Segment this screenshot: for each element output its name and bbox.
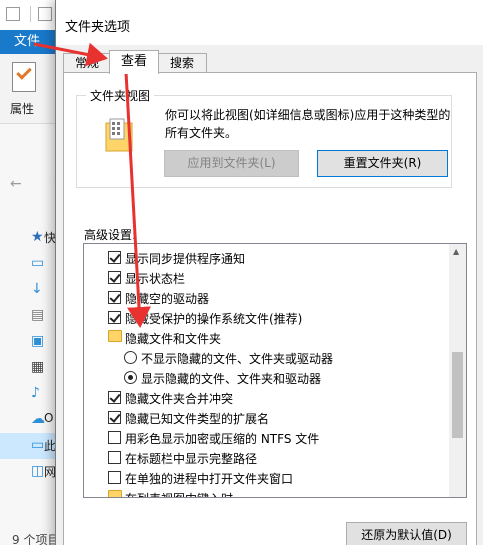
option-checkbox[interactable]	[108, 251, 121, 264]
nav-item[interactable]: ▣	[0, 329, 62, 355]
option-label: 隐藏空的驱动器	[125, 292, 210, 306]
folder-icon	[108, 490, 122, 497]
settings-option-row[interactable]: 显示状态栏	[84, 267, 452, 287]
option-checkbox[interactable]	[108, 391, 121, 404]
option-label: 不显示隐藏的文件、文件夹或驱动器	[141, 352, 334, 366]
nav-item[interactable]: ↓	[0, 277, 62, 303]
explorer-folder-icon[interactable]	[6, 7, 20, 21]
option-label: 用彩色显示加密或压缩的 NTFS 文件	[125, 432, 320, 446]
option-radio[interactable]	[124, 371, 137, 384]
option-label: 显示状态栏	[125, 272, 186, 286]
advanced-settings-list[interactable]: 显示同步提供程序通知 显示状态栏隐藏空的驱动器隐藏受保护的操作系统文件(推荐) 隐藏…	[83, 243, 467, 498]
navigation-pane: ★ 快 ▭ ↓ ▤ ▣ ▦ ♪ ☁ O ▭ 此 ◫ 网	[0, 225, 62, 485]
option-label: 隐藏已知文件类型的扩展名	[125, 412, 270, 426]
nav-item[interactable]: ☁ O	[0, 407, 62, 433]
settings-option-row[interactable]: 不显示隐藏的文件、文件夹或驱动器	[84, 347, 452, 367]
option-label: 隐藏文件和文件夹	[125, 332, 222, 346]
ribbon: 属性	[0, 54, 62, 124]
properties-label: 属性	[10, 102, 35, 116]
scrollbar-thumb[interactable]	[452, 352, 463, 438]
option-checkbox[interactable]	[108, 311, 121, 324]
option-label: 隐藏受保护的操作系统文件(推荐)	[125, 312, 303, 326]
status-bar-text: 9 个项目	[12, 533, 60, 545]
settings-group-row: 隐藏文件和文件夹	[84, 327, 452, 347]
document-icon: ▤	[31, 307, 45, 323]
tab-search[interactable]: 搜索	[157, 53, 207, 73]
nav-item[interactable]: ★ 快	[0, 225, 62, 251]
option-label: 隐藏文件夹合并冲突	[125, 392, 234, 406]
nav-item-label: O	[44, 411, 54, 425]
option-label: 在单独的进程中打开文件夹窗口	[125, 472, 294, 486]
restore-defaults-button[interactable]: 还原为默认值(D)	[346, 522, 467, 545]
music-icon: ♪	[31, 385, 40, 401]
nav-item[interactable]: ▭ 此	[0, 433, 62, 459]
settings-option-row[interactable]: 显示隐藏的文件、文件夹和驱动器	[84, 367, 452, 387]
download-icon: ↓	[31, 281, 43, 297]
nav-item[interactable]: ♪	[0, 381, 62, 407]
settings-option-row[interactable]: 显示同步提供程序通知	[84, 247, 452, 267]
option-label: 在标题栏中显示完整路径	[125, 452, 258, 466]
folder-view-icon	[105, 118, 133, 152]
option-label: 显示隐藏的文件、文件夹和驱动器	[141, 372, 322, 386]
option-label: 显示同步提供程序通知	[125, 252, 246, 266]
file-menu-tab[interactable]: 文件	[0, 30, 62, 54]
folder-views-label: 文件夹视图	[86, 87, 155, 104]
tab-view[interactable]: 查看	[109, 50, 159, 74]
folder-options-dialog: 文件夹选项 常规 查看 搜索 文件夹视图 你可以将此视图(如详细信息或图标)应用…	[55, 0, 483, 545]
nav-item[interactable]: ▦	[0, 355, 62, 381]
option-checkbox[interactable]	[108, 431, 121, 444]
nav-item[interactable]: ▭	[0, 251, 62, 277]
advanced-settings-label: 高级设置:	[84, 228, 137, 242]
option-checkbox[interactable]	[108, 451, 121, 464]
advanced-scrollbar[interactable]: ▲	[449, 244, 466, 497]
settings-option-row[interactable]: 用彩色显示加密或压缩的 NTFS 文件	[84, 427, 452, 447]
reset-folders-button[interactable]: 重置文件夹(R)	[317, 150, 448, 177]
folder-views-description: 你可以将此视图(如详细信息或图标)应用于这种类型的所有文件夹。	[165, 108, 451, 140]
settings-option-row[interactable]: 隐藏空的驱动器	[84, 287, 452, 307]
settings-option-row[interactable]: 在标题栏中显示完整路径	[84, 447, 452, 467]
nav-item[interactable]: ▤	[0, 303, 62, 329]
settings-group-row: 在列表视图中键入时	[84, 487, 452, 497]
desktop-icon: ▭	[31, 255, 45, 271]
quick-access-properties-icon[interactable]	[38, 7, 52, 21]
video-icon: ▦	[31, 359, 45, 375]
settings-option-row[interactable]: 隐藏文件夹合并冲突	[84, 387, 452, 407]
option-checkbox[interactable]	[108, 471, 121, 484]
dialog-title: 文件夹选项	[65, 20, 131, 35]
option-checkbox[interactable]	[108, 271, 121, 284]
settings-option-row[interactable]: 隐藏受保护的操作系统文件(推荐)	[84, 307, 452, 327]
nav-item[interactable]: ◫ 网	[0, 459, 62, 485]
settings-option-row[interactable]: 隐藏已知文件类型的扩展名	[84, 407, 452, 427]
option-checkbox[interactable]	[108, 411, 121, 424]
settings-option-row[interactable]: 在单独的进程中打开文件夹窗口	[84, 467, 452, 487]
option-radio[interactable]	[124, 351, 137, 364]
folder-icon	[108, 330, 122, 342]
option-checkbox[interactable]	[108, 291, 121, 304]
picture-icon: ▣	[31, 333, 45, 349]
tab-general[interactable]: 常规	[63, 53, 111, 73]
apply-to-folders-button[interactable]: 应用到文件夹(L)	[164, 150, 299, 177]
dialog-titlebar[interactable]: 文件夹选项	[56, 0, 483, 45]
scroll-up-icon[interactable]: ▲	[453, 247, 459, 256]
titlebar-separator	[30, 6, 31, 22]
option-label: 在列表视图中键入时	[125, 490, 233, 497]
